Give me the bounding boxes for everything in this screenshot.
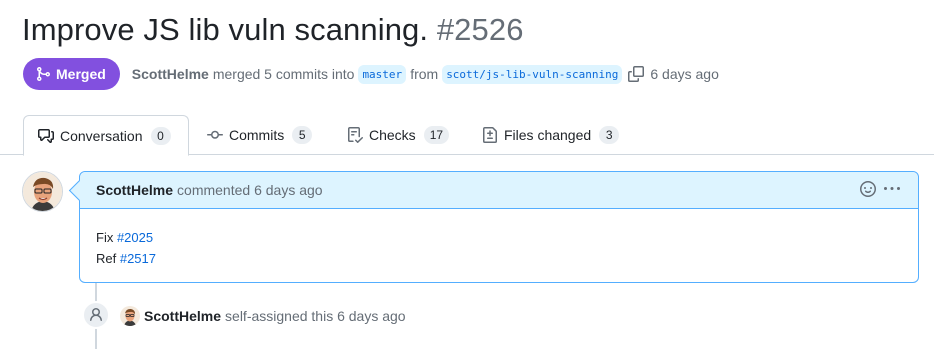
from-label: from <box>410 66 439 82</box>
tab-checks[interactable]: Checks 17 <box>333 115 463 155</box>
smiley-icon[interactable] <box>860 181 876 197</box>
avatar[interactable] <box>120 306 140 326</box>
merged-status-label: Merged <box>56 66 106 82</box>
event-icon-badge <box>82 301 110 329</box>
tab-conversation[interactable]: Conversation 0 <box>23 115 189 156</box>
checklist-icon <box>348 127 363 143</box>
commit-icon <box>207 130 223 139</box>
comment-header: ScottHelme commented 6 days ago <box>80 172 918 209</box>
tab-files-changed-label: Files changed <box>504 127 592 143</box>
tab-files-changed-count: 3 <box>599 126 620 144</box>
comment-author-link[interactable]: ScottHelme <box>96 182 173 198</box>
comment-box: ScottHelme commented 6 days ago Fix #202… <box>79 171 919 283</box>
tab-commits-label: Commits <box>229 127 285 143</box>
comment-actions <box>860 181 900 197</box>
git-merge-icon <box>37 67 51 81</box>
kebab-horizontal-icon[interactable] <box>884 181 900 197</box>
merged-status-badge: Merged <box>23 58 120 90</box>
copy-icon[interactable] <box>628 66 645 82</box>
issue-link[interactable]: #2517 <box>120 251 156 266</box>
tab-checks-count: 17 <box>423 126 450 144</box>
comment-line: Ref #2517 <box>96 251 156 266</box>
tab-checks-label: Checks <box>369 127 416 143</box>
timeline-event: ScottHelme self-assigned this 6 days ago <box>144 306 406 326</box>
tab-conversation-label: Conversation <box>60 127 143 144</box>
file-diff-icon <box>483 127 497 143</box>
comment-body: Fix #2025 Ref #2517 <box>80 209 918 269</box>
tab-commits-count: 5 <box>292 126 313 144</box>
pr-meta: Merged ScottHelme merged 5 commits into … <box>23 58 719 90</box>
avatar[interactable] <box>22 171 63 212</box>
comment-meta[interactable]: commented 6 days ago <box>177 182 323 198</box>
pr-number: #2526 <box>436 12 524 47</box>
base-branch-link[interactable]: master <box>358 64 407 84</box>
pr-tabs: Conversation 0 Commits 5 Checks 17 Files… <box>0 115 934 156</box>
event-author-link[interactable]: ScottHelme <box>144 308 221 324</box>
pr-author-link[interactable]: ScottHelme <box>132 66 209 82</box>
head-branch-link[interactable]: scott/js-lib-vuln-scanning <box>442 64 623 84</box>
pr-title-text: Improve JS lib vuln scanning. <box>22 12 429 47</box>
person-icon <box>90 308 102 322</box>
tab-commits[interactable]: Commits 5 <box>193 115 326 155</box>
pr-time-link[interactable]: 6 days ago <box>650 66 719 82</box>
comment-line: Fix #2025 <box>96 230 154 245</box>
pr-title: Improve JS lib vuln scanning. #2526 <box>22 12 524 48</box>
comment-discussion-icon <box>38 128 54 143</box>
merge-description: merged 5 commits into <box>212 66 355 82</box>
tab-files-changed[interactable]: Files changed 3 <box>468 115 633 155</box>
tab-conversation-count: 0 <box>150 126 171 145</box>
event-description: self-assigned this 6 days ago <box>225 308 406 324</box>
issue-link[interactable]: #2025 <box>117 230 153 245</box>
